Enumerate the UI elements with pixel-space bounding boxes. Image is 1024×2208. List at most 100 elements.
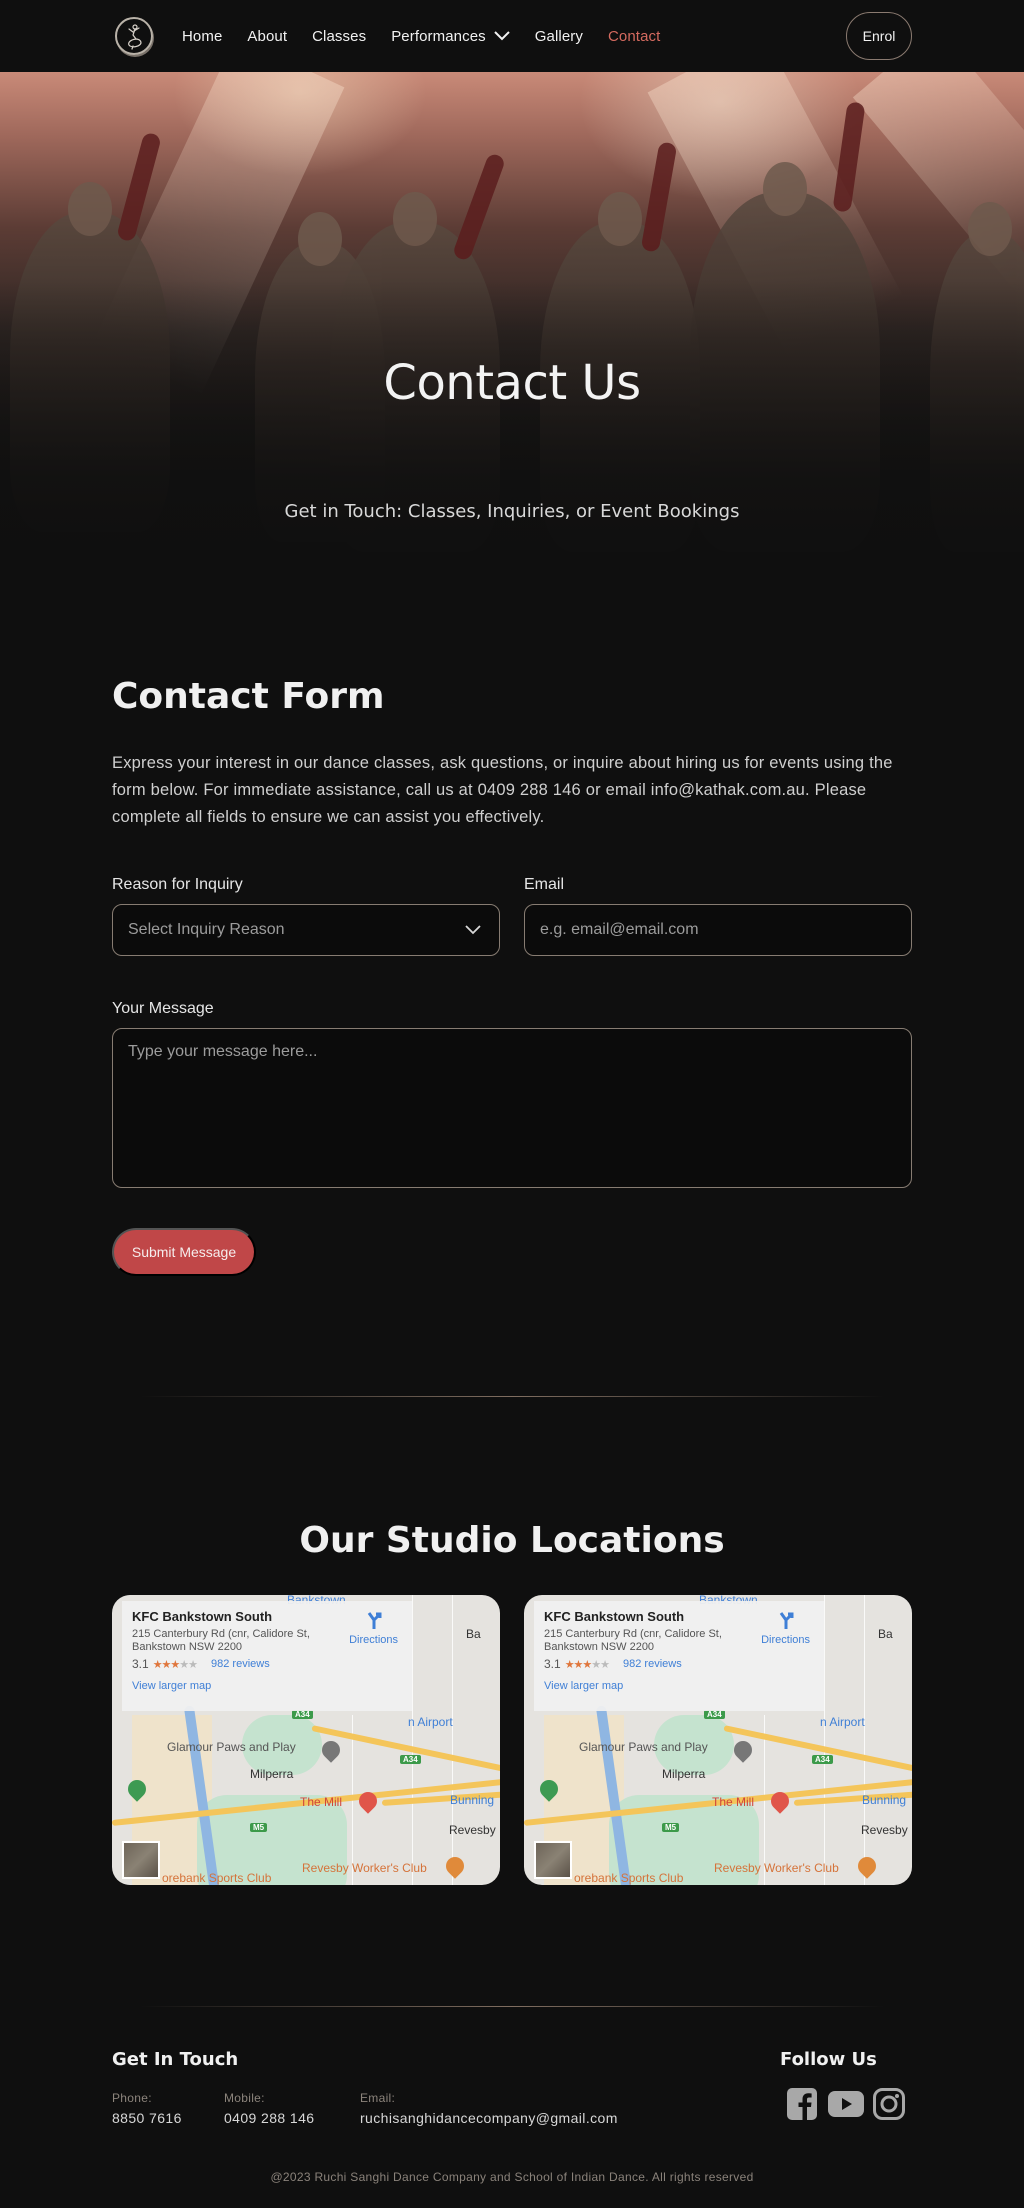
copyright-text: @2023 Ruchi Sanghi Dance Company and Sch… [270,2170,754,2184]
map-info-card: KFC Bankstown South 215 Canterbury Rd (c… [534,1601,824,1711]
phone-value[interactable]: 8850 7616 [112,2110,182,2126]
highway-shield: A34 [292,1710,313,1719]
highway-shield: M5 [250,1823,268,1832]
map-label: Revesby [861,1823,908,1837]
footer-divider [140,2006,884,2007]
nav-link-label: Home [182,27,223,45]
place-address: 215 Canterbury Rd (cnr, Calidore St, Ban… [132,1628,310,1653]
directions-icon [367,1612,382,1629]
map-label: Milperra [250,1767,294,1781]
place-address: 215 Canterbury Rd (cnr, Calidore St, Ban… [544,1628,722,1653]
inquiry-reason-select[interactable]: Select Inquiry Reason [112,904,500,956]
email-label: Email: [360,2091,396,2105]
directions-label: Directions [349,1634,398,1646]
view-larger-map-link[interactable]: View larger map [132,1680,402,1692]
highway-shield: A34 [704,1710,725,1719]
email-label: Email [524,876,565,893]
rating-value: 3.1 [132,1657,149,1671]
star-rating-icon: ★★★★★ [564,1658,610,1671]
map-label: n Airport [408,1715,453,1729]
directions-label: Directions [761,1634,810,1646]
map-label: n Airport [820,1715,865,1729]
studio-map[interactable]: Bankstown Ba n Airport A34 A34 M5 Glamou… [112,1595,500,1885]
reviews-link[interactable]: 982 reviews [623,1658,682,1670]
map-label: Revesby [449,1823,496,1837]
map-label: Bunning [862,1793,907,1807]
email-field[interactable]: e.g. email@email.com [524,904,912,956]
logo[interactable] [115,17,153,55]
directions-button[interactable]: Directions [349,1611,398,1646]
highway-shield: A34 [812,1755,833,1764]
view-larger-map-link[interactable]: View larger map [544,1680,814,1692]
map-label: Revesby Worker's Club [302,1861,427,1875]
get-in-touch-title: Get In Touch [112,2049,239,2070]
satellite-toggle[interactable] [534,1841,572,1879]
map-pin-icon [730,1737,756,1763]
top-navigation: Home About Classes Performances Gallery … [0,0,1024,72]
enrol-button[interactable]: Enrol [846,12,912,60]
rating-value: 3.1 [544,1657,561,1671]
follow-us-title: Follow Us [780,2049,877,2070]
studio-map[interactable]: Bankstown Ba n Airport A34 A34 M5 Glamou… [524,1595,912,1885]
page-title: Contact Us [383,355,641,411]
email-placeholder: e.g. email@email.com [540,921,699,938]
facebook-icon [787,2088,817,2120]
facebook-link[interactable] [785,2088,819,2120]
directions-button[interactable]: Directions [761,1611,810,1646]
email-value[interactable]: ruchisanghidancecompany@gmail.com [360,2110,618,2126]
chevron-down-icon [465,925,481,935]
select-placeholder: Select Inquiry Reason [128,921,285,938]
instagram-link[interactable] [872,2088,906,2120]
mobile-value[interactable]: 0409 288 146 [224,2110,314,2126]
map-label: The Mill [300,1795,343,1809]
nav-link-label: Contact [607,27,661,45]
message-placeholder: Type your message here... [128,1043,318,1060]
phone-label: Phone: [112,2091,152,2105]
map-label: The Mill [712,1795,755,1809]
reason-label: Reason for Inquiry [112,876,243,893]
nav-link-label: Classes [312,27,367,45]
contact-form-title: Contact Form [112,676,385,717]
nav-link-label: Performances [391,27,486,45]
highway-shield: M5 [662,1823,680,1832]
map-label: Revesby Worker's Club [714,1861,839,1875]
nav-link-about[interactable]: About [247,28,287,45]
youtube-icon [828,2091,864,2117]
map-label: Milperra [662,1767,706,1781]
section-divider [140,1396,884,1397]
map-label: Ba [878,1627,893,1641]
map-label: orebank Sports Club [574,1871,684,1885]
nav-links: Home About Classes Performances Gallery … [182,0,685,72]
message-label: Your Message [112,1000,214,1017]
mobile-label: Mobile: [224,2091,265,2105]
nav-link-performances[interactable]: Performances [391,28,510,45]
submit-message-button[interactable]: Submit Message [112,1228,256,1276]
page-subtitle: Get in Touch: Classes, Inquiries, or Eve… [284,501,740,522]
nav-link-classes[interactable]: Classes [312,28,366,45]
cafe-pin-icon [442,1853,468,1879]
satellite-toggle[interactable] [122,1841,160,1879]
nav-link-label: Gallery [534,27,583,45]
reviews-link[interactable]: 982 reviews [211,1658,270,1670]
directions-icon [779,1612,794,1629]
place-rating-row: 3.1 ★★★★★ 982 reviews [132,1657,402,1671]
nav-link-gallery[interactable]: Gallery [535,28,583,45]
map-label: orebank Sports Club [162,1871,272,1885]
cafe-pin-icon [854,1853,880,1879]
map-label: Bunning [450,1793,495,1807]
map-label: Glamour Paws and Play [579,1740,708,1754]
map-label: Ba [466,1627,481,1641]
map-pin-icon [318,1737,344,1763]
chevron-down-icon [494,31,510,41]
youtube-link[interactable] [827,2088,864,2120]
nav-link-label: About [247,27,288,45]
highway-shield: A34 [400,1755,421,1764]
star-rating-icon: ★★★★★ [152,1658,198,1671]
map-label: Glamour Paws and Play [167,1740,296,1754]
place-rating-row: 3.1 ★★★★★ 982 reviews [544,1657,814,1671]
nav-link-home[interactable]: Home [182,28,222,45]
message-textarea[interactable]: Type your message here... [112,1028,912,1188]
studio-locations-title: Our Studio Locations [299,1520,725,1561]
nav-link-contact[interactable]: Contact [608,28,660,45]
instagram-icon [873,2088,905,2120]
